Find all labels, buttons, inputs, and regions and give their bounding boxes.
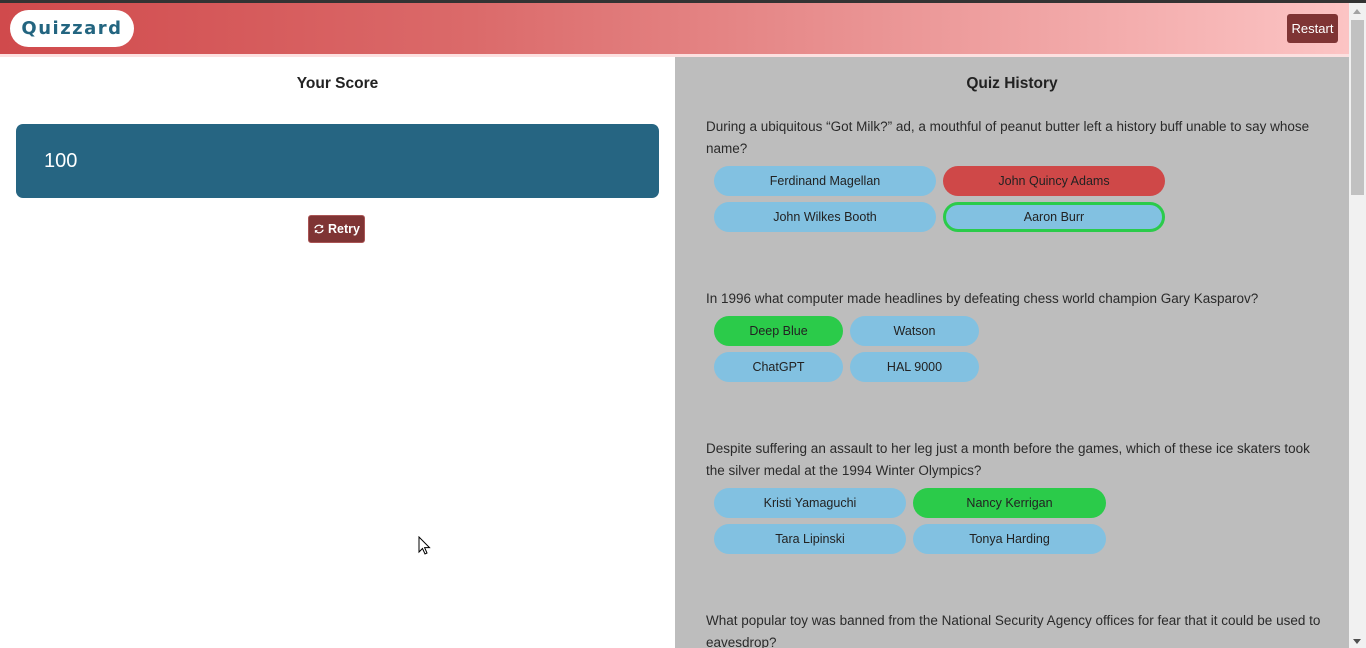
answer-option[interactable]: Kristi Yamaguchi [714, 488, 906, 518]
answer-option[interactable]: Tara Lipinski [714, 524, 906, 554]
answer-option-correct[interactable]: Nancy Kerrigan [913, 488, 1106, 518]
scrollbar-thumb[interactable] [1351, 20, 1364, 195]
question-item: Despite suffering an assault to her leg … [706, 438, 1326, 554]
scroll-up-arrow-icon[interactable] [1353, 9, 1361, 14]
question-text: During a ubiquitous “Got Milk?” ad, a mo… [706, 119, 1310, 156]
answer-option-correct[interactable]: Aaron Burr [943, 202, 1165, 232]
answer-option-wrong[interactable]: John Quincy Adams [943, 166, 1165, 196]
score-value: 100 [44, 149, 78, 172]
brand-logo[interactable]: Quizzard [10, 10, 134, 47]
question-text: What popular toy was banned from the Nat… [706, 613, 1321, 648]
scroll-down-arrow-icon[interactable] [1353, 639, 1361, 644]
restart-button[interactable]: Restart [1287, 14, 1338, 43]
question-text: In 1996 what computer made headlines by … [706, 291, 1259, 306]
answer-option[interactable]: Watson [850, 316, 979, 346]
history-title: Quiz History [966, 75, 1058, 92]
page: Quizzard Restart Your Score 100 Retry Qu… [0, 3, 1349, 648]
navbar: Quizzard Restart [0, 3, 1349, 54]
answer-option[interactable]: Tonya Harding [913, 524, 1106, 554]
question-item: In 1996 what computer made headlines by … [706, 288, 1326, 382]
retry-button[interactable]: Retry [308, 215, 365, 243]
score-title: Your Score [296, 75, 379, 92]
answer-option[interactable]: HAL 9000 [850, 352, 979, 382]
history-panel: Quiz History During a ubiquitous “Got Mi… [675, 57, 1349, 648]
question-item: During a ubiquitous “Got Milk?” ad, a mo… [706, 116, 1326, 232]
score-box: 100 [16, 124, 659, 198]
score-panel: Your Score 100 Retry [0, 57, 675, 648]
question-item: What popular toy was banned from the Nat… [706, 610, 1326, 648]
mouse-cursor-icon [418, 536, 431, 555]
page-scrollbar[interactable] [1349, 3, 1366, 648]
answer-option[interactable]: Ferdinand Magellan [714, 166, 936, 196]
refresh-icon [314, 224, 324, 234]
answer-option[interactable]: John Wilkes Booth [714, 202, 936, 232]
question-text: Despite suffering an assault to her leg … [706, 441, 1310, 478]
answer-option[interactable]: ChatGPT [714, 352, 843, 382]
retry-label: Retry [328, 222, 360, 236]
answer-option-correct[interactable]: Deep Blue [714, 316, 843, 346]
